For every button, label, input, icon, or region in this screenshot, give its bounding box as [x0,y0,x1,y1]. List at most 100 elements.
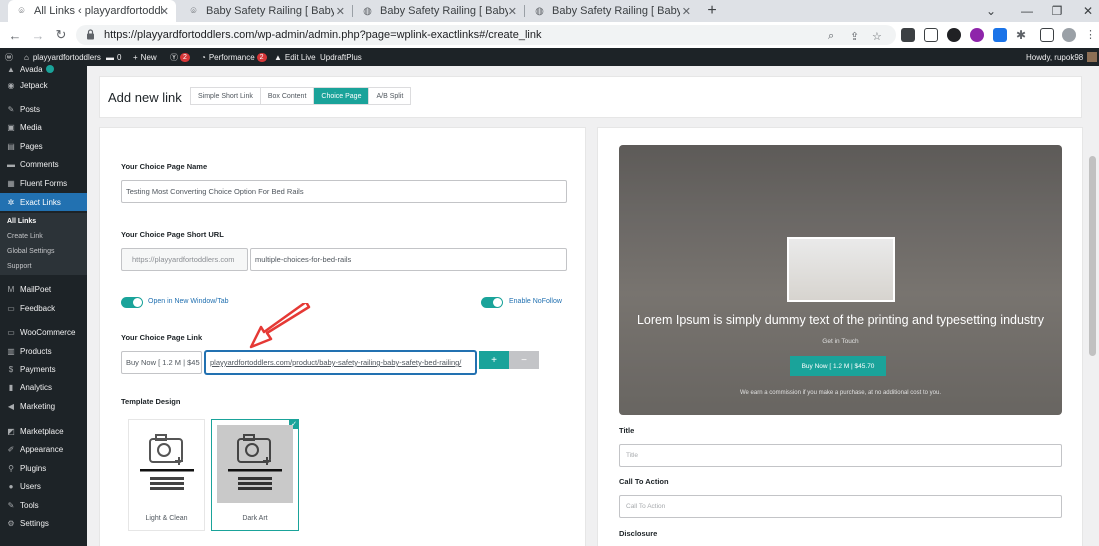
new-content-link[interactable]: + New [133,48,157,66]
new-tab-button[interactable]: + [703,0,721,22]
share-icon[interactable]: ⇪ [850,30,859,43]
camera-icon [228,434,282,490]
kebab-menu-icon[interactable]: ⋮ [1085,28,1099,42]
template-light-clean[interactable]: Light & Clean [128,419,205,531]
sidebar-item-feedback[interactable]: ▭ Feedback [0,299,87,317]
sidebar-item-appearance[interactable]: ✐ Appearance [0,440,87,458]
title-input[interactable]: Title [619,444,1062,467]
sidebar-item-woocommerce[interactable]: ▭ WooCommerce [0,323,87,341]
notification-badge: 2 [180,52,190,62]
new-window-label: Open in New Window/Tab [148,298,229,305]
sidebar-item-payments[interactable]: $ Payments [0,360,87,378]
extension-icon[interactable] [993,28,1007,42]
account-menu[interactable]: Howdy, rupok98 [1026,48,1098,66]
zoom-icon[interactable]: ⌕ [828,30,834,43]
performance-link[interactable]: ◔ Performance 2 [201,48,267,66]
puzzle-icon[interactable]: ✱ [1016,28,1030,42]
performance-icon: ◔ [201,52,206,62]
updraftplus-link[interactable]: UpdraftPlus [320,48,362,66]
extension-icon[interactable] [947,28,961,42]
close-icon[interactable]: ✕ [336,5,345,18]
minimize-icon[interactable]: — [1012,0,1042,22]
tab-search-chevron-icon[interactable]: ⌄ [976,0,1006,22]
wordpress-icon: ⌾ [18,5,25,17]
sidebar-item-pages[interactable]: ▤ Pages [0,137,87,155]
extension-icon[interactable] [901,28,915,42]
template-dark-art[interactable]: ✓ Dark Art [211,419,299,531]
sidebar-item-exact-links[interactable]: ✲ Exact Links [0,193,87,211]
plus-icon: + [133,52,138,62]
page-scrollbar[interactable] [1085,66,1099,546]
forward-arrow-icon[interactable]: → [29,26,47,44]
sidebar-item-comments[interactable]: ▬ Comments [0,155,87,173]
extension-icon[interactable] [924,28,938,42]
edit-live-label: Edit Live [284,52,316,62]
submenu-create-link[interactable]: Create Link [0,229,87,244]
browser-tab[interactable]: ◍ Baby Safety Railing [ Baby Safety ✕ [354,0,524,22]
tab-choice-page[interactable]: Choice Page [314,88,370,104]
back-arrow-icon[interactable]: ← [6,26,24,44]
preview-buy-button[interactable]: Buy Now [ 1.2 M | $45.70 [790,356,886,376]
browser-tab[interactable]: ⌾ All Links ‹ playyardfortoddlers — ✕ [8,0,176,22]
nofollow-toggle[interactable] [481,297,503,308]
sidebar-item-products[interactable]: ▥ Products [0,342,87,360]
tab-ab-split[interactable]: A/B Split [369,88,411,104]
bookmark-star-icon[interactable]: ☆ [872,30,882,43]
sidebar-item-analytics[interactable]: ▮ Analytics [0,378,87,396]
sidebar-item-label: Feedback [20,303,56,313]
sidebar-item-label: Settings [20,518,49,528]
sidebar-item-users[interactable]: ● Users [0,477,87,495]
mailpoet-icon: M [7,284,15,294]
side-panel-icon[interactable] [1040,28,1054,42]
marketing-icon: ◀ [7,401,15,411]
sidebar-item-posts[interactable]: ✎ Posts [0,100,87,118]
choice-page-name-input[interactable]: Testing Most Converting Choice Option Fo… [121,180,567,203]
template-thumbnail [134,425,200,503]
submenu-all-links[interactable]: All Links [0,214,87,229]
disclosure-label: Disclosure [619,529,658,538]
sidebar-item-mailpoet[interactable]: M MailPoet [0,280,87,298]
close-icon[interactable]: ✕ [682,5,691,18]
sidebar-item-media[interactable]: ▣ Media [0,118,87,136]
sidebar-item-marketing[interactable]: ◀ Marketing [0,397,87,415]
sidebar-item-tools[interactable]: ✎ Tools [0,496,87,514]
window-close-icon[interactable]: ✕ [1073,0,1099,22]
sidebar-item-fluent-forms[interactable]: ▦ Fluent Forms [0,174,87,192]
tab-simple-short-link[interactable]: Simple Short Link [191,88,261,104]
avatar[interactable] [1062,28,1076,42]
reload-icon[interactable]: ↻ [52,26,70,44]
add-link-button[interactable]: + [479,351,509,369]
cta-input[interactable]: Call To Action [619,495,1062,518]
button-text-input[interactable]: Buy Now [ 1.2 M | $45 [121,351,202,374]
page-header: Add new link Simple Short Link Box Conte… [99,76,1082,118]
sidebar-item-label: MailPoet [20,284,52,294]
address-bar[interactable]: https://playyardfortoddlers.com/wp-admin… [76,25,896,45]
close-icon[interactable]: ✕ [508,5,517,18]
edit-live-link[interactable]: ▲ Edit Live [274,48,316,66]
url-text: https://playyardfortoddlers.com/wp-admin… [104,29,542,41]
comments-link[interactable]: ▬ 0 [106,48,121,66]
yoast-link[interactable]: Ⓨ 2 [170,48,190,66]
jetpack-icon: ◉ [7,80,15,90]
tab-box-content[interactable]: Box Content [260,88,315,104]
new-window-toggle[interactable] [121,297,143,308]
preview-panel: Lorem Ipsum is simply dummy text of the … [597,127,1083,546]
analytics-icon: ▮ [8,382,14,392]
submenu-global-settings[interactable]: Global Settings [0,244,87,259]
template-thumbnail [217,425,293,503]
submenu-support[interactable]: Support [0,259,87,274]
extension-icon[interactable] [970,28,984,42]
sidebar-item-label: Users [20,481,41,491]
sidebar-item-plugins[interactable]: ⚲ Plugins [0,459,87,477]
close-icon[interactable]: ✕ [160,5,169,18]
browser-tab[interactable]: ◍ Baby Safety Railing [ Baby Safety ✕ [526,0,698,22]
browser-tab[interactable]: ⌾ Baby Safety Railing [ Baby Safety ✕ [180,0,352,22]
sidebar-item-marketplace[interactable]: ◩ Marketplace [0,422,87,440]
sidebar-item-jetpack[interactable]: ◉ Jetpack [0,76,87,94]
tab-title: Baby Safety Railing [ Baby Safety [206,5,334,17]
maximize-icon[interactable]: ❐ [1042,0,1072,22]
sidebar-item-settings[interactable]: ⚙ Settings [0,514,87,532]
scrollbar-thumb[interactable] [1089,156,1096,356]
short-url-slug-input[interactable]: multiple-choices-for-bed-rails [250,248,567,271]
remove-link-button[interactable]: − [509,351,539,369]
